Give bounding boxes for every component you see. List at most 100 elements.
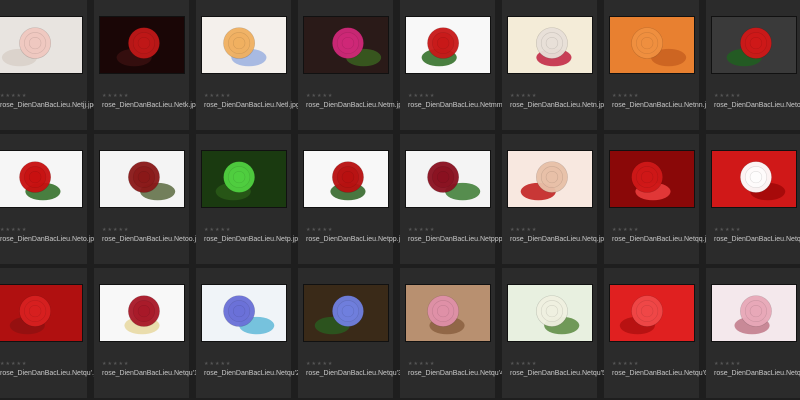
- thumbnail-item[interactable]: ★★★★★ rose_DienDanBacLieu.Netppp.jpg: [400, 134, 514, 264]
- rating-stars[interactable]: ★★★★★: [510, 228, 537, 233]
- rating-stars[interactable]: ★★★★★: [306, 362, 333, 367]
- rating-stars[interactable]: ★★★★★: [102, 94, 129, 99]
- rating-stars[interactable]: ★★★★★: [306, 228, 333, 233]
- thumbnail-item[interactable]: ★★★★★ rose_DienDanBacLieu.Netnn.jpg: [604, 0, 714, 130]
- filename-label: rose_DienDanBacLieu.Netqu'3.jpg: [306, 370, 414, 377]
- rose-image[interactable]: [506, 150, 593, 208]
- thumbnail-item[interactable]: ★★★★★ rose_DienDanBacLieu.Netqu'1.jpg: [94, 268, 209, 398]
- rating-stars[interactable]: ★★★★★: [408, 228, 435, 233]
- rating-stars[interactable]: ★★★★★: [714, 228, 741, 233]
- rose-petal: [137, 36, 150, 50]
- thumbnail-item[interactable]: ★★★★★ rose_DienDanBacLieu.Neto.jpg: [706, 0, 800, 130]
- rating-stars[interactable]: ★★★★★: [204, 228, 231, 233]
- rose-image[interactable]: [302, 16, 389, 74]
- thumbnail-item[interactable]: ★★★★★ rose_DienDanBacLieu.Netk.jpg: [94, 0, 200, 130]
- thumbnail-item[interactable]: ★★★★★ rose_DienDanBacLieu.Netoo.jpg: [94, 134, 204, 264]
- thumbnail-item[interactable]: ★★★★★ rose_DienDanBacLieu.Netp.jpg: [196, 134, 302, 264]
- rating-stars[interactable]: ★★★★★: [306, 94, 333, 99]
- rose-petal: [28, 36, 41, 50]
- rose-image[interactable]: [0, 16, 83, 74]
- rating-stars[interactable]: ★★★★★: [0, 362, 27, 367]
- thumbnail-frame: [94, 10, 189, 80]
- rating-stars[interactable]: ★★★★★: [612, 362, 639, 367]
- rose-image[interactable]: [200, 16, 287, 74]
- thumbnail-frame: [400, 278, 495, 348]
- rose-image-picture: [711, 17, 796, 73]
- rating-stars[interactable]: ★★★★★: [0, 94, 27, 99]
- thumbnail-item[interactable]: ★★★★★ rose_DienDanBacLieu.Netqq.jpg: [604, 134, 714, 264]
- filename-label: rose_DienDanBacLieu.Netqu'1.jpg: [102, 370, 210, 377]
- thumbnail-item[interactable]: ★★★★★ rose_DienDanBacLieu.Netjj.jpg: [0, 0, 97, 130]
- filename-label: rose_DienDanBacLieu.Netnn.jpg: [612, 102, 714, 109]
- rose-image[interactable]: [404, 16, 491, 74]
- rose-image[interactable]: [710, 150, 797, 208]
- thumbnail-item[interactable]: ★★★★★ rose_DienDanBacLieu.Netn.jpg: [502, 0, 608, 130]
- filename-label: rose_DienDanBacLieu.Netqqq.jpg: [714, 236, 800, 243]
- rose-petal: [28, 304, 41, 318]
- thumbnail-item[interactable]: ★★★★★ rose_DienDanBacLieu.Netqu'2.jpg: [196, 268, 311, 398]
- rose-image[interactable]: [506, 284, 593, 342]
- rating-stars[interactable]: ★★★★★: [612, 94, 639, 99]
- thumbnail-frame: [502, 10, 597, 80]
- thumbnail-frame: [400, 144, 495, 214]
- thumbnail-item[interactable]: ★★★★★ rose_DienDanBacLieu.Netqu'7.jpg: [706, 268, 800, 398]
- rose-image[interactable]: [98, 150, 185, 208]
- thumbnail-item[interactable]: ★★★★★ rose_DienDanBacLieu.Netpp.jpg: [298, 134, 408, 264]
- filename-label: rose_DienDanBacLieu.Netpp.jpg: [306, 236, 408, 243]
- rating-stars[interactable]: ★★★★★: [204, 362, 231, 367]
- rating-stars[interactable]: ★★★★★: [714, 94, 741, 99]
- thumbnail-item[interactable]: ★★★★★ rose_DienDanBacLieu.Netmm.jpg: [400, 0, 514, 130]
- thumbnail-item[interactable]: ★★★★★ rose_DienDanBacLieu.Netqu'4.jpg: [400, 268, 515, 398]
- rating-stars[interactable]: ★★★★★: [408, 362, 435, 367]
- rating-stars[interactable]: ★★★★★: [204, 94, 231, 99]
- rose-image[interactable]: [98, 284, 185, 342]
- rose-image[interactable]: [404, 284, 491, 342]
- rose-image[interactable]: [404, 150, 491, 208]
- rating-stars[interactable]: ★★★★★: [0, 228, 27, 233]
- thumbnail-frame: [298, 10, 393, 80]
- rose-image[interactable]: [0, 150, 83, 208]
- rose-image[interactable]: [98, 16, 185, 74]
- thumbnail-item[interactable]: ★★★★★ rose_DienDanBacLieu.Netqu'6.jpg: [604, 268, 719, 398]
- thumbnail-item[interactable]: ★★★★★ rose_DienDanBacLieu.Netm.jpg: [298, 0, 406, 130]
- rose-image-picture: [99, 17, 184, 73]
- thumbnail-item[interactable]: ★★★★★ rose_DienDanBacLieu.Netqu'3.jpg: [298, 268, 413, 398]
- rose-image[interactable]: [710, 16, 797, 74]
- rose-image-picture: [303, 151, 388, 207]
- rose-image[interactable]: [200, 150, 287, 208]
- rating-stars[interactable]: ★★★★★: [612, 228, 639, 233]
- filename-label: rose_DienDanBacLieu.Netqu'.jpg: [0, 370, 104, 377]
- thumbnail-frame: [94, 278, 189, 348]
- rating-stars[interactable]: ★★★★★: [408, 94, 435, 99]
- thumbnail-item[interactable]: ★★★★★ rose_DienDanBacLieu.Neto.jpg: [0, 134, 98, 264]
- rose-image[interactable]: [608, 284, 695, 342]
- rose-image[interactable]: [608, 150, 695, 208]
- thumbnail-item[interactable]: ★★★★★ rose_DienDanBacLieu.Netqu'.jpg: [0, 268, 103, 398]
- rose-image[interactable]: [506, 16, 593, 74]
- thumbnail-item[interactable]: ★★★★★ rose_DienDanBacLieu.Netl.jpg: [196, 0, 300, 130]
- rose-petal: [232, 304, 245, 318]
- rose-petal: [137, 170, 150, 184]
- rose-image[interactable]: [302, 284, 389, 342]
- rose-image[interactable]: [0, 284, 83, 342]
- rose-image-picture: [99, 285, 184, 341]
- rating-stars[interactable]: ★★★★★: [102, 362, 129, 367]
- rose-image[interactable]: [302, 150, 389, 208]
- thumbnail-item[interactable]: ★★★★★ rose_DienDanBacLieu.Netqqq.jpg: [706, 134, 800, 264]
- rose-image[interactable]: [608, 16, 695, 74]
- thumbnail-frame: [196, 278, 291, 348]
- filename-label: rose_DienDanBacLieu.Netqu'5.jpg: [510, 370, 618, 377]
- rose-image[interactable]: [200, 284, 287, 342]
- rating-stars[interactable]: ★★★★★: [102, 228, 129, 233]
- rose-petal: [341, 36, 354, 50]
- thumbnail-frame: [196, 144, 291, 214]
- rating-stars[interactable]: ★★★★★: [510, 94, 537, 99]
- thumbnail-item[interactable]: ★★★★★ rose_DienDanBacLieu.Netq.jpg: [502, 134, 608, 264]
- thumbnail-frame: [196, 10, 291, 80]
- rose-petal: [28, 170, 41, 184]
- thumbnail-frame: [604, 278, 699, 348]
- rose-image[interactable]: [710, 284, 797, 342]
- thumbnail-item[interactable]: ★★★★★ rose_DienDanBacLieu.Netqu'5.jpg: [502, 268, 617, 398]
- rating-stars[interactable]: ★★★★★: [510, 362, 537, 367]
- rating-stars[interactable]: ★★★★★: [714, 362, 741, 367]
